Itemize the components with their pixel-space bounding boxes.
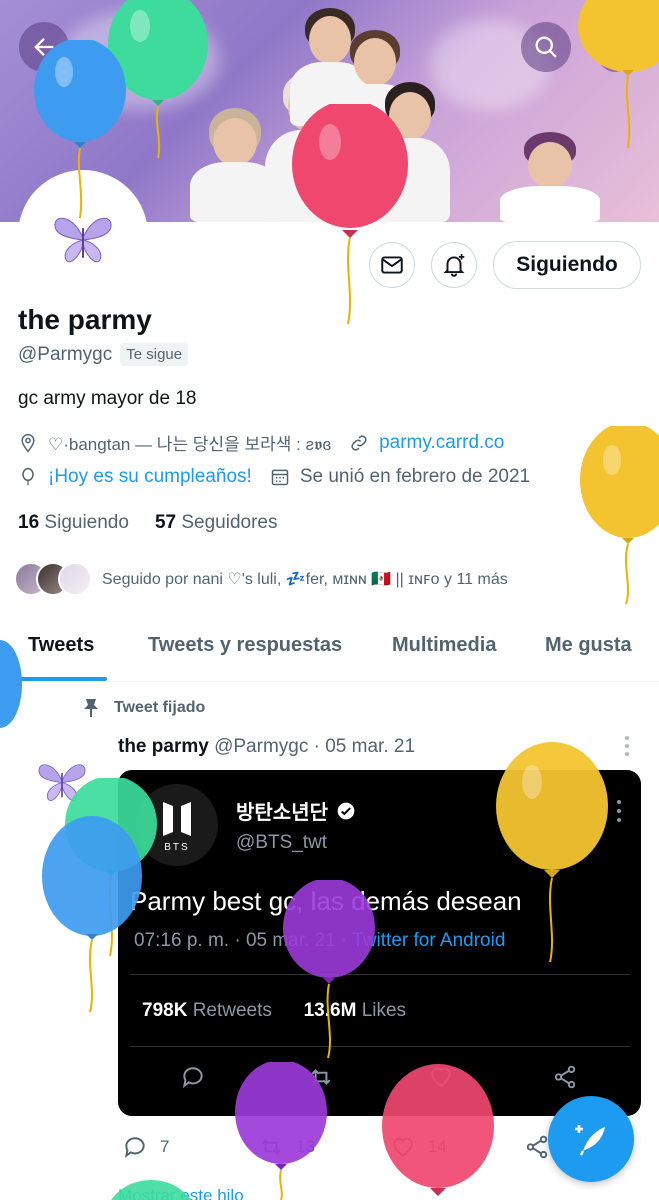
compose-tweet-button[interactable] xyxy=(548,1096,634,1182)
back-arrow-icon xyxy=(34,38,54,56)
notifications-button[interactable] xyxy=(431,242,477,288)
balloon-icon xyxy=(22,467,34,486)
reply-icon xyxy=(124,1137,145,1158)
reply-action[interactable]: 7 xyxy=(122,1134,169,1160)
retweet-action[interactable]: 13 xyxy=(258,1134,315,1160)
tab-tweets[interactable]: Tweets xyxy=(28,634,94,657)
joined-date: Se unió en febrero de 2021 xyxy=(299,466,531,487)
more-button[interactable] xyxy=(595,22,635,72)
embedded-author-name: 방탄소년단 xyxy=(236,796,356,825)
search-button[interactable] xyxy=(521,22,571,72)
share-action[interactable] xyxy=(524,1134,550,1160)
active-tab-indicator xyxy=(20,677,107,681)
profile-location: ♡·bangtan — 나는 당신을 보라색 : ƨ𝖛ɞ xyxy=(48,435,332,454)
embedded-stats: 798K Retweets 13.6M Likes xyxy=(142,1000,407,1021)
bts-logo: BTS xyxy=(136,784,218,866)
handle-row: @Parmygc Te sigue xyxy=(18,343,189,366)
follows-you-badge: Te sigue xyxy=(120,343,189,366)
calendar-icon xyxy=(271,469,289,486)
butterfly-icon xyxy=(54,217,112,263)
tweet-author-name[interactable]: the parmy xyxy=(118,736,209,757)
divider xyxy=(130,974,630,975)
embedded-heart-icon xyxy=(431,1067,451,1087)
like-action[interactable]: 14 xyxy=(390,1134,447,1160)
compose-icon xyxy=(575,1125,605,1156)
embedded-tweet-meta: 07:16 p. m. · 05 mar. 21 · Twitter for A… xyxy=(134,930,506,951)
birthday-text[interactable]: ¡Hoy es su cumpleaños! xyxy=(48,466,252,488)
message-button[interactable] xyxy=(369,242,415,288)
link-icon xyxy=(351,434,367,451)
followed-by-text: Seguido por nani ♡'s luli, 💤fer, ᴍɪɴɴ 🇲🇽… xyxy=(102,571,508,588)
meta-row-location: ♡·bangtan — 나는 당신을 보라색 : ƨ𝖛ɞ parmy.carrd… xyxy=(18,430,504,455)
meta-row-dates: ¡Hoy es su cumpleaños! Se unió en febrer… xyxy=(18,466,530,488)
share-icon xyxy=(526,1135,548,1159)
followers-count-link[interactable]: 57 Seguidores xyxy=(155,512,278,534)
banner-person xyxy=(370,80,450,222)
profile-handle: @Parmygc xyxy=(18,343,113,365)
followed-by-row[interactable]: Seguido por nani ♡'s luli, 💤fer, ᴍɪɴɴ 🇲🇽… xyxy=(14,562,508,596)
tweet-author-handle: @Parmygc xyxy=(214,736,309,757)
pinned-label: Tweet fijado xyxy=(82,698,205,718)
avatar xyxy=(58,562,92,596)
banner-person xyxy=(500,130,600,222)
tweet-author-avatar[interactable] xyxy=(36,758,88,804)
embedded-more-icon xyxy=(617,800,621,822)
profile-avatar[interactable] xyxy=(18,170,148,300)
following-button[interactable]: Siguiendo xyxy=(493,241,641,289)
show-thread-link[interactable]: Mostrar este hilo xyxy=(118,1186,244,1200)
bts-logo-icon xyxy=(163,801,191,836)
tweet-media-image[interactable]: BTS 방탄소년단 @BTS_twt Parmy best gc, las de… xyxy=(118,770,641,1116)
profile-bio: gc army mayor de 18 xyxy=(18,388,197,409)
tweet-date: · 05 mar. 21 xyxy=(313,736,416,757)
embedded-share-icon xyxy=(554,1065,576,1089)
balloon-yellow-right xyxy=(580,426,659,605)
profile-website-link[interactable]: parmy.carrd.co xyxy=(379,432,504,454)
following-count-link[interactable]: 16 Siguiendo xyxy=(18,512,129,534)
retweet-icon xyxy=(261,1139,281,1155)
tab-media[interactable]: Multimedia xyxy=(392,634,496,657)
embedded-retweet-icon xyxy=(311,1069,331,1085)
search-icon xyxy=(535,36,557,58)
mail-icon xyxy=(381,256,403,274)
location-icon xyxy=(21,433,35,452)
heart-icon xyxy=(393,1137,413,1157)
embedded-author-handle: @BTS_twt xyxy=(236,832,328,853)
back-button[interactable] xyxy=(19,22,69,72)
tab-tweets-and-replies[interactable]: Tweets y respuestas xyxy=(148,634,342,657)
tweet-header: the parmy @Parmygc · 05 mar. 21 xyxy=(118,736,415,758)
verified-icon xyxy=(337,802,355,819)
bell-plus-icon xyxy=(443,254,465,277)
divider xyxy=(130,1046,630,1047)
more-icon xyxy=(612,36,618,58)
embedded-reply-icon xyxy=(182,1067,203,1088)
tab-likes[interactable]: Me gusta xyxy=(545,634,632,657)
tweet-more-icon[interactable] xyxy=(620,734,634,758)
profile-name: the parmy xyxy=(18,304,152,335)
profile-tabs: Tweets Tweets y respuestas Multimedia Me… xyxy=(0,614,659,682)
follow-counts: 16 Siguiendo 57 Seguidores xyxy=(18,512,278,534)
pin-icon xyxy=(84,699,98,717)
embedded-tweet-text: Parmy best gc, las demás desean xyxy=(130,886,522,916)
